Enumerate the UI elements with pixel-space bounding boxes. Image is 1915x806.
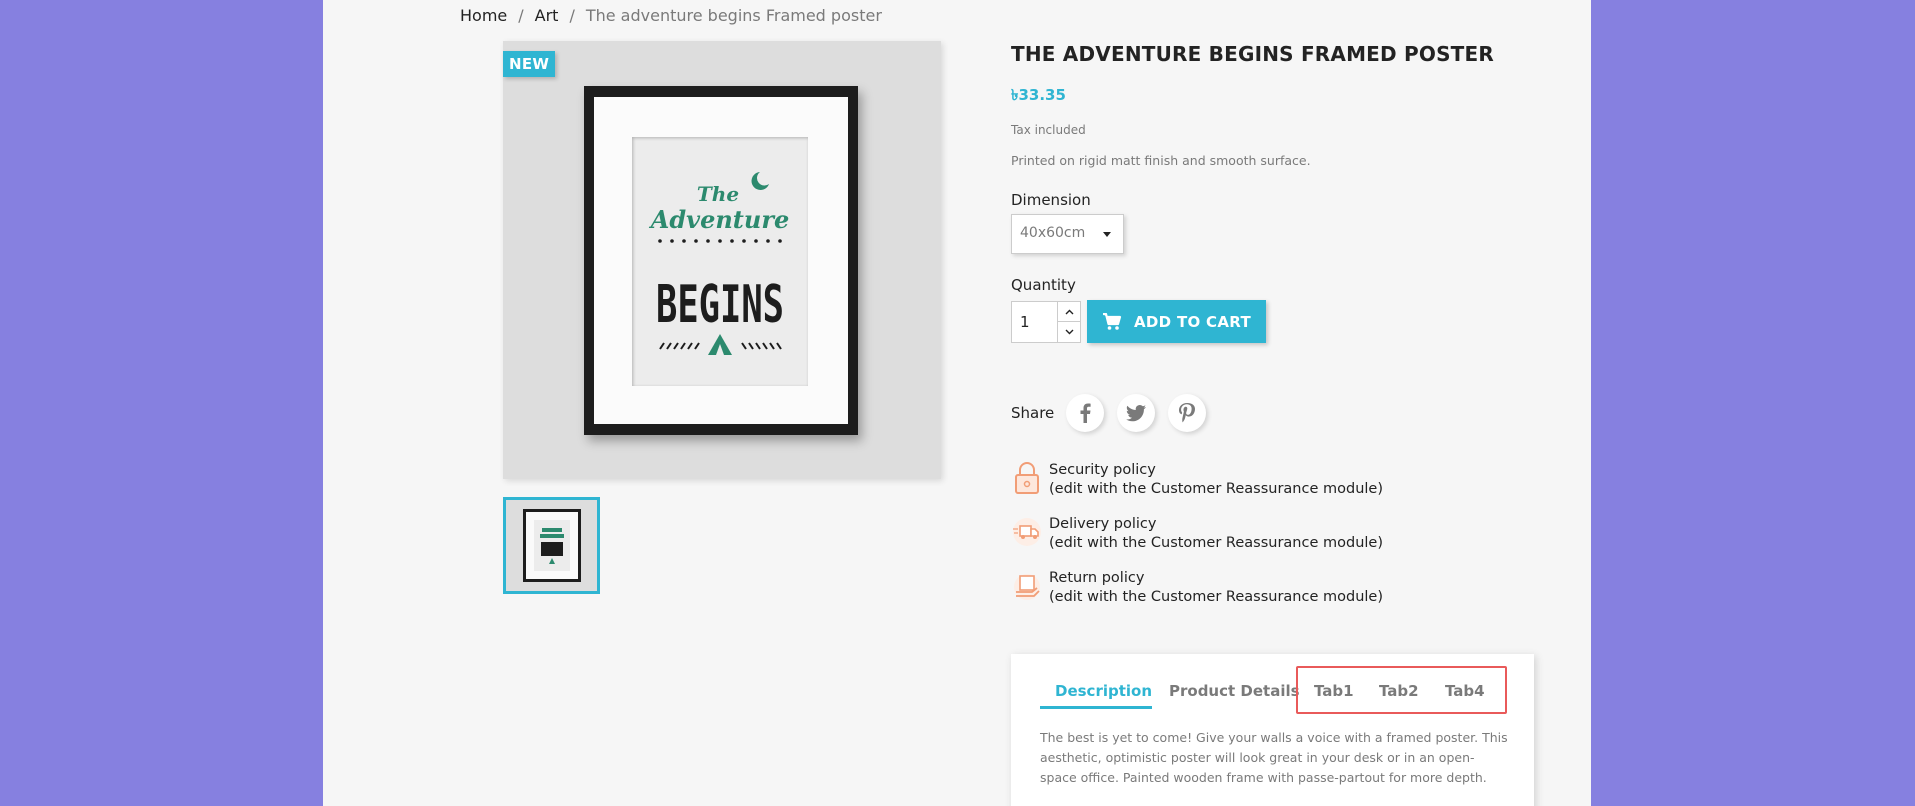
- facebook-icon: [1080, 403, 1091, 423]
- add-to-cart-label: ADD TO CART: [1134, 312, 1251, 331]
- quantity-label: Quantity: [1011, 276, 1076, 294]
- product-price: ৳33.35: [1011, 86, 1066, 104]
- thumbnail-artwork: [540, 528, 564, 564]
- product-title: THE ADVENTURE BEGINS FRAMED POSTER: [1011, 42, 1494, 66]
- share-label: Share: [1011, 404, 1055, 422]
- twitter-icon: [1126, 404, 1147, 421]
- reassurance-security-subtitle: (edit with the Customer Reassurance modu…: [1049, 481, 1383, 497]
- quantity-input[interactable]: [1011, 301, 1058, 343]
- facebook-share-button[interactable]: [1066, 394, 1105, 432]
- reassurance-security: Security policy (edit with the Customer …: [1011, 461, 1383, 499]
- return-box-icon: [1011, 569, 1043, 603]
- add-to-cart-button[interactable]: ADD TO CART: [1087, 300, 1266, 343]
- quantity-decrement-button[interactable]: [1058, 322, 1080, 342]
- chevron-down-icon: [1065, 329, 1073, 335]
- reassurance-return-title: Return policy: [1049, 570, 1145, 586]
- reassurance-security-title: Security policy: [1049, 462, 1156, 478]
- dimension-select[interactable]: 40x60cm: [1011, 214, 1124, 254]
- reassurance-delivery-title: Delivery policy: [1049, 516, 1157, 532]
- product-short-description: Printed on rigid matt finish and smooth …: [1011, 153, 1311, 168]
- active-tab-indicator: [1040, 706, 1152, 709]
- tax-note: Tax included: [1011, 123, 1086, 137]
- chevron-up-icon: [1065, 309, 1073, 314]
- reassurance-return-subtitle: (edit with the Customer Reassurance modu…: [1049, 589, 1383, 605]
- breadcrumb-art-link[interactable]: Art: [535, 6, 559, 25]
- tab-product-details[interactable]: Product Details: [1169, 682, 1300, 700]
- reassurance-return: Return policy (edit with the Customer Re…: [1011, 569, 1383, 607]
- poster-word-begins: BEGINS: [656, 275, 784, 335]
- tab-description-content: The best is yet to come! Give your walls…: [1040, 730, 1508, 785]
- cart-icon: [1103, 312, 1122, 330]
- truck-icon: [1011, 515, 1043, 549]
- share-row: Share: [1011, 394, 1219, 432]
- poster-dots: [658, 239, 782, 243]
- poster-frame: The Adventure BEGINS: [584, 86, 858, 435]
- caret-down-icon: [1103, 232, 1111, 237]
- poster-print: The Adventure BEGINS: [632, 137, 808, 386]
- breadcrumb: Home / Art / The adventure begins Framed…: [460, 6, 882, 25]
- reassurance-delivery: Delivery policy (edit with the Customer …: [1011, 515, 1383, 553]
- twitter-share-button[interactable]: [1117, 394, 1156, 432]
- pinterest-share-button[interactable]: [1168, 394, 1207, 432]
- breadcrumb-separator: /: [518, 6, 524, 25]
- product-thumbnail[interactable]: [503, 497, 600, 594]
- product-main-image[interactable]: NEW The Adventure BEGINS: [503, 41, 941, 479]
- quantity-increment-button[interactable]: [1058, 302, 1080, 322]
- dimension-selected-value: 40x60cm: [1020, 225, 1086, 241]
- lock-icon: [1011, 461, 1043, 495]
- breadcrumb-home-link[interactable]: Home: [460, 6, 507, 25]
- dimension-label: Dimension: [1011, 191, 1091, 209]
- product-tabs: Description Product Details Tab1 Tab2 Ta…: [1011, 654, 1534, 806]
- moon-icon: [751, 172, 769, 190]
- reassurance-delivery-subtitle: (edit with the Customer Reassurance modu…: [1049, 535, 1383, 551]
- page-container: Home / Art / The adventure begins Framed…: [323, 0, 1591, 806]
- poster-word-the: The: [697, 182, 739, 206]
- quantity-stepper: [1057, 301, 1081, 343]
- breadcrumb-current: The adventure begins Framed poster: [585, 6, 882, 25]
- poster-word-adventure: Adventure: [649, 205, 790, 234]
- tab-description[interactable]: Description: [1055, 682, 1152, 700]
- poster-artwork: The Adventure BEGINS: [649, 172, 790, 355]
- pinterest-icon: [1179, 403, 1196, 423]
- new-badge: NEW: [503, 51, 556, 77]
- breadcrumb-separator: /: [569, 6, 575, 25]
- poster-mat: The Adventure BEGINS: [594, 97, 848, 424]
- highlight-box: [1296, 666, 1507, 714]
